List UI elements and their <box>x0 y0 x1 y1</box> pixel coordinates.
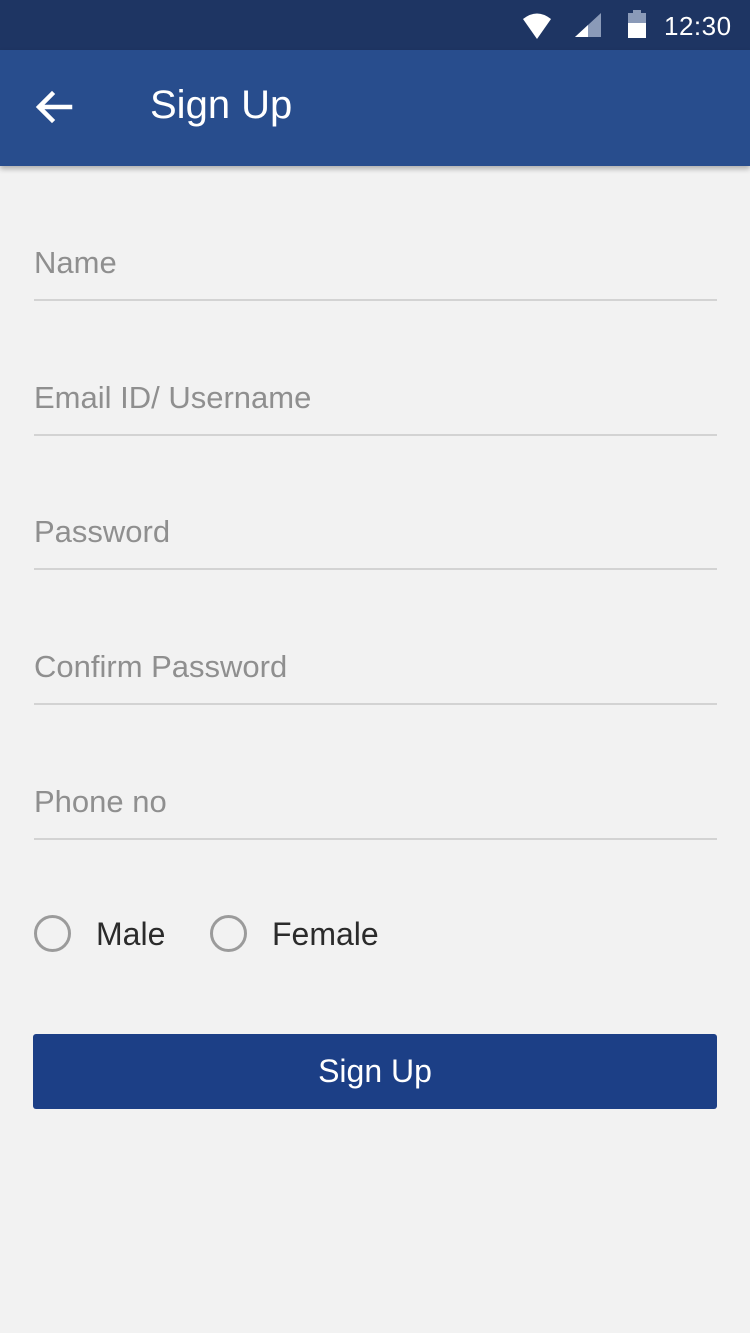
battery-icon <box>628 10 646 38</box>
sign-up-button[interactable]: Sign Up <box>33 1034 717 1109</box>
password-field <box>34 508 717 570</box>
email-field <box>34 374 717 436</box>
page-title: Sign Up <box>150 83 293 127</box>
status-bar: 12:30 <box>0 0 750 50</box>
app-bar: Sign Up <box>0 50 750 166</box>
confirm-password-field <box>34 643 717 705</box>
phone-input[interactable] <box>34 782 717 822</box>
radio-female-label: Female <box>272 916 379 952</box>
radio-circle-icon[interactable] <box>34 915 71 952</box>
cell-signal-icon <box>575 13 601 37</box>
name-input[interactable] <box>34 243 717 283</box>
radio-circle-icon[interactable] <box>210 915 247 952</box>
password-input[interactable] <box>34 512 717 552</box>
arrow-left-icon[interactable] <box>30 84 76 130</box>
phone-field <box>34 778 717 840</box>
name-field <box>34 239 717 301</box>
confirm-password-input[interactable] <box>34 647 717 687</box>
email-username-input[interactable] <box>34 378 717 418</box>
wifi-icon <box>523 13 551 39</box>
radio-male-label: Male <box>96 916 166 952</box>
status-time: 12:30 <box>664 11 732 41</box>
